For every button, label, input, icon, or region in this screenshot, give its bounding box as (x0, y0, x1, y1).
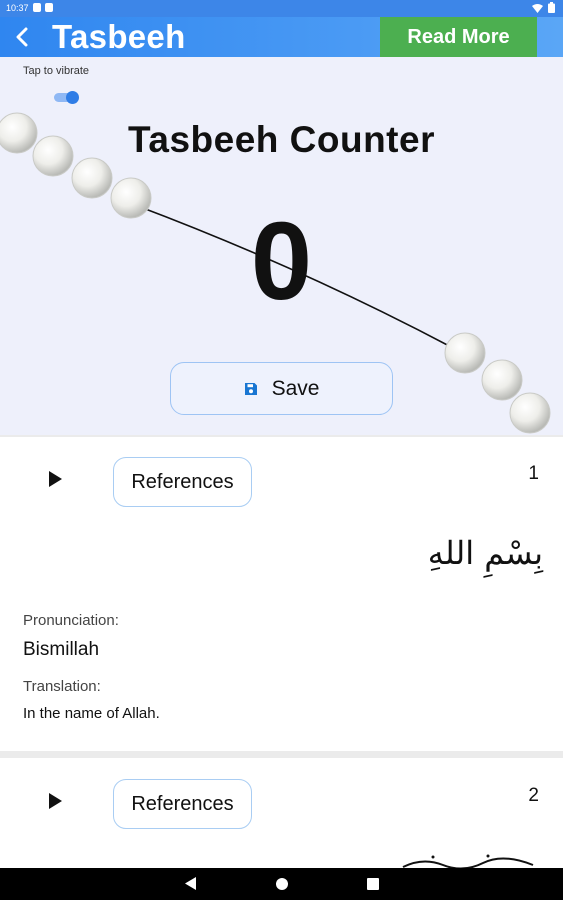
counter-area[interactable]: Tap to vibrate Tasbeeh Counter 0 Save (0, 57, 563, 435)
pronunciation-value: Bismillah (23, 639, 100, 660)
notification-icon (33, 3, 41, 12)
save-button[interactable]: Save (170, 362, 393, 415)
sim-icon (45, 3, 53, 12)
pronunciation-label: Pronunciation: (23, 612, 119, 629)
play-icon (49, 471, 62, 487)
app-bar: Tasbeeh Read More (0, 17, 563, 57)
arabic-text-partial (402, 854, 534, 868)
status-bar: 10:37 (0, 0, 563, 17)
dhikr-card: References 2 (0, 758, 563, 868)
status-time: 10:37 (6, 3, 29, 13)
toggle-thumb (66, 91, 79, 104)
references-button[interactable]: References (113, 457, 252, 507)
dhikr-card: References 1 بِسْمِ اللهِ Pronunciation:… (0, 437, 563, 751)
chevron-left-icon (16, 27, 28, 47)
bead (71, 157, 113, 199)
triangle-back-icon[interactable] (185, 877, 196, 890)
play-button[interactable] (44, 790, 66, 812)
system-nav-bar (0, 868, 563, 900)
read-more-button[interactable]: Read More (380, 17, 537, 57)
back-button[interactable] (8, 23, 36, 51)
translation-value: In the name of Allah. (23, 705, 160, 722)
vibrate-toggle[interactable] (54, 91, 80, 104)
references-button[interactable]: References (113, 779, 252, 829)
circle-home-icon[interactable] (276, 878, 288, 890)
play-icon (49, 793, 62, 809)
save-label: Save (271, 376, 320, 400)
counter-title: Tasbeeh Counter (128, 119, 435, 160)
bead (444, 332, 486, 374)
card-number: 2 (528, 785, 539, 806)
app-title: Tasbeeh (52, 18, 186, 55)
card-number: 1 (528, 463, 539, 484)
bead (509, 392, 551, 434)
arabic-text: بِسْمِ اللهِ (427, 534, 543, 572)
play-button[interactable] (44, 468, 66, 490)
floppy-disk-icon (244, 382, 257, 395)
status-right-icons (532, 2, 555, 13)
square-recent-icon[interactable] (367, 878, 379, 890)
vibrate-label: Tap to vibrate (23, 65, 90, 77)
battery-icon (548, 2, 555, 13)
status-notification-icons (33, 3, 53, 12)
wifi-icon (532, 3, 543, 13)
bead (481, 359, 523, 401)
counter-value: 0 (250, 200, 313, 323)
translation-label: Translation: (23, 678, 101, 695)
